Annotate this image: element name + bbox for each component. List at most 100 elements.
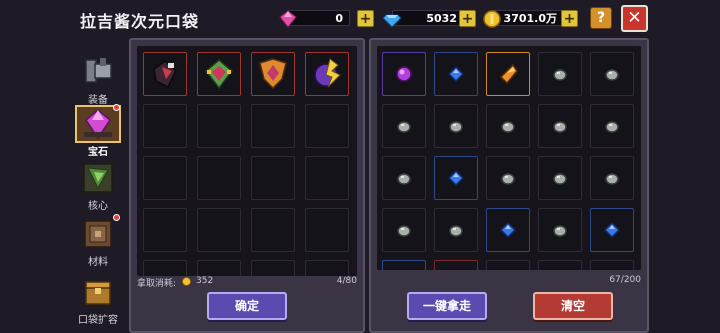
add-pink-gem-button[interactable]: +	[357, 10, 374, 27]
add-diamond-button[interactable]: +	[459, 10, 476, 27]
close-button[interactable]: ✕	[621, 5, 648, 32]
inventory-slot[interactable]	[590, 260, 634, 270]
core-icon	[83, 163, 113, 193]
inventory-slot[interactable]	[538, 208, 582, 252]
notification-dot	[113, 214, 120, 221]
empty-slot[interactable]	[197, 208, 241, 252]
empty-slot[interactable]	[143, 208, 187, 252]
gem-icon	[84, 109, 112, 140]
orange-gem-icon	[499, 63, 518, 85]
gray-stone-icon	[501, 121, 515, 133]
inventory-slot[interactable]	[590, 208, 634, 252]
inventory-slot[interactable]	[434, 208, 478, 252]
equipment-icon	[85, 58, 112, 83]
right-capacity: 67/200	[609, 275, 641, 285]
sidebar-item-equipment[interactable]: 装备	[70, 52, 126, 108]
inventory-slot[interactable]	[382, 208, 426, 252]
blue-diamond-count: 5032	[392, 10, 464, 26]
gray-stone-icon	[501, 173, 515, 185]
item-slot[interactable]	[197, 52, 241, 96]
empty-slot[interactable]	[251, 208, 295, 252]
empty-slot[interactable]	[197, 104, 241, 148]
green-red-gem-icon	[204, 59, 234, 90]
dark-ruby-gem-icon	[153, 60, 177, 89]
inventory-slot[interactable]	[538, 52, 582, 96]
empty-slot[interactable]	[305, 208, 349, 252]
take-all-button[interactable]: 一键拿走	[407, 292, 487, 320]
sidebar-item-gem[interactable]: 宝石	[70, 104, 126, 160]
gray-stone-icon	[397, 225, 411, 237]
clear-button[interactable]: 清空	[533, 292, 613, 320]
sidebar-item-core[interactable]: 核心	[70, 158, 126, 214]
pink-gem-currency: 0 +	[278, 9, 378, 29]
blue-gem-icon	[499, 221, 517, 239]
empty-slot[interactable]	[143, 104, 187, 148]
empty-slot[interactable]	[305, 260, 349, 276]
gray-stone-icon	[605, 173, 619, 185]
inventory-slot[interactable]	[590, 156, 634, 200]
inventory-slot[interactable]	[590, 104, 634, 148]
inventory-slot[interactable]	[486, 52, 530, 96]
selected-items-panel: 拿取消耗: 352 4/80 确定	[129, 38, 365, 333]
sidebar-item-pocket-expand[interactable]: 口袋扩容	[70, 272, 126, 328]
empty-slot[interactable]	[305, 156, 349, 200]
orange-crest-gem-icon	[259, 58, 287, 90]
inventory-slot[interactable]	[538, 260, 582, 270]
gray-stone-icon	[605, 69, 619, 81]
gold-coin-icon	[483, 10, 501, 28]
blue-gem-icon	[603, 221, 621, 239]
right-panel-footer: 67/200	[371, 275, 647, 289]
empty-slot[interactable]	[251, 104, 295, 148]
pink-gem-icon	[279, 10, 297, 28]
item-slot[interactable]	[143, 52, 187, 96]
inventory-slot[interactable]	[486, 208, 530, 252]
inventory-slot[interactable]	[486, 156, 530, 200]
empty-slot[interactable]	[197, 260, 241, 276]
inventory-slot[interactable]	[382, 260, 426, 270]
inventory-slot[interactable]	[590, 52, 634, 96]
gold-coin-count: 3701.0万	[492, 10, 564, 26]
item-slot[interactable]	[251, 52, 295, 96]
gold-coin-icon	[182, 277, 191, 286]
left-panel-footer: 拿取消耗: 352 4/80	[131, 276, 363, 290]
inventory-slot[interactable]	[434, 156, 478, 200]
empty-slot[interactable]	[197, 156, 241, 200]
top-bar: 拉吉酱次元口袋 0 + 5032 + 3701.0万 + ? ✕	[0, 0, 720, 38]
material-icon	[84, 220, 112, 248]
sidebar-item-label: 材料	[88, 257, 108, 268]
inventory-slot[interactable]	[434, 260, 478, 270]
empty-slot[interactable]	[143, 260, 187, 276]
cost-value: 352	[196, 276, 214, 286]
inventory-slot[interactable]	[382, 52, 426, 96]
page-title: 拉吉酱次元口袋	[80, 12, 200, 31]
sidebar-item-label: 宝石	[88, 147, 108, 158]
inventory-slot[interactable]	[486, 104, 530, 148]
empty-slot[interactable]	[251, 260, 295, 276]
inventory-slot[interactable]	[434, 104, 478, 148]
left-capacity: 4/80	[336, 276, 357, 286]
gray-stone-icon	[449, 225, 463, 237]
inventory-slot[interactable]	[434, 52, 478, 96]
pocket-expand-icon	[85, 281, 111, 305]
help-button[interactable]: ?	[590, 7, 612, 29]
inventory-slot[interactable]	[538, 104, 582, 148]
sidebar-item-label: 口袋扩容	[78, 315, 118, 326]
empty-slot[interactable]	[251, 156, 295, 200]
notification-dot	[113, 104, 120, 111]
gray-stone-icon	[605, 121, 619, 133]
inventory-slot[interactable]	[382, 104, 426, 148]
confirm-button[interactable]: 确定	[207, 292, 287, 320]
selected-items-grid	[137, 46, 357, 276]
sidebar-item-material[interactable]: 材料	[70, 214, 126, 270]
inventory-slot[interactable]	[538, 156, 582, 200]
inventory-slot[interactable]	[486, 260, 530, 270]
item-slot[interactable]	[305, 52, 349, 96]
inventory-slot[interactable]	[382, 156, 426, 200]
add-gold-button[interactable]: +	[561, 10, 578, 27]
empty-slot[interactable]	[143, 156, 187, 200]
category-sidebar: 装备 宝石 核心 材料 口袋扩容	[70, 44, 126, 333]
empty-slot[interactable]	[305, 104, 349, 148]
sidebar-item-label: 核心	[88, 201, 108, 212]
gray-stone-icon	[397, 173, 411, 185]
gray-stone-icon	[553, 69, 567, 81]
